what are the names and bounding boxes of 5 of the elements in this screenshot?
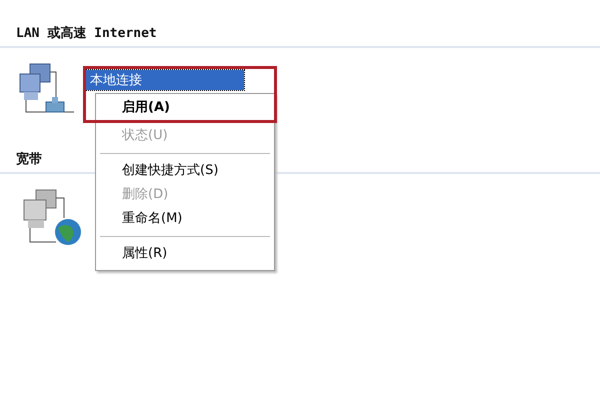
menu-item[interactable]: 重命名(M) xyxy=(98,207,272,231)
connection-label[interactable]: 本地连接 xyxy=(86,70,244,90)
menu-item[interactable]: 启用(A) xyxy=(98,96,272,120)
section-heading: LAN 或高速 Internet xyxy=(0,24,600,48)
menu-item[interactable]: 属性(R) xyxy=(98,242,272,266)
